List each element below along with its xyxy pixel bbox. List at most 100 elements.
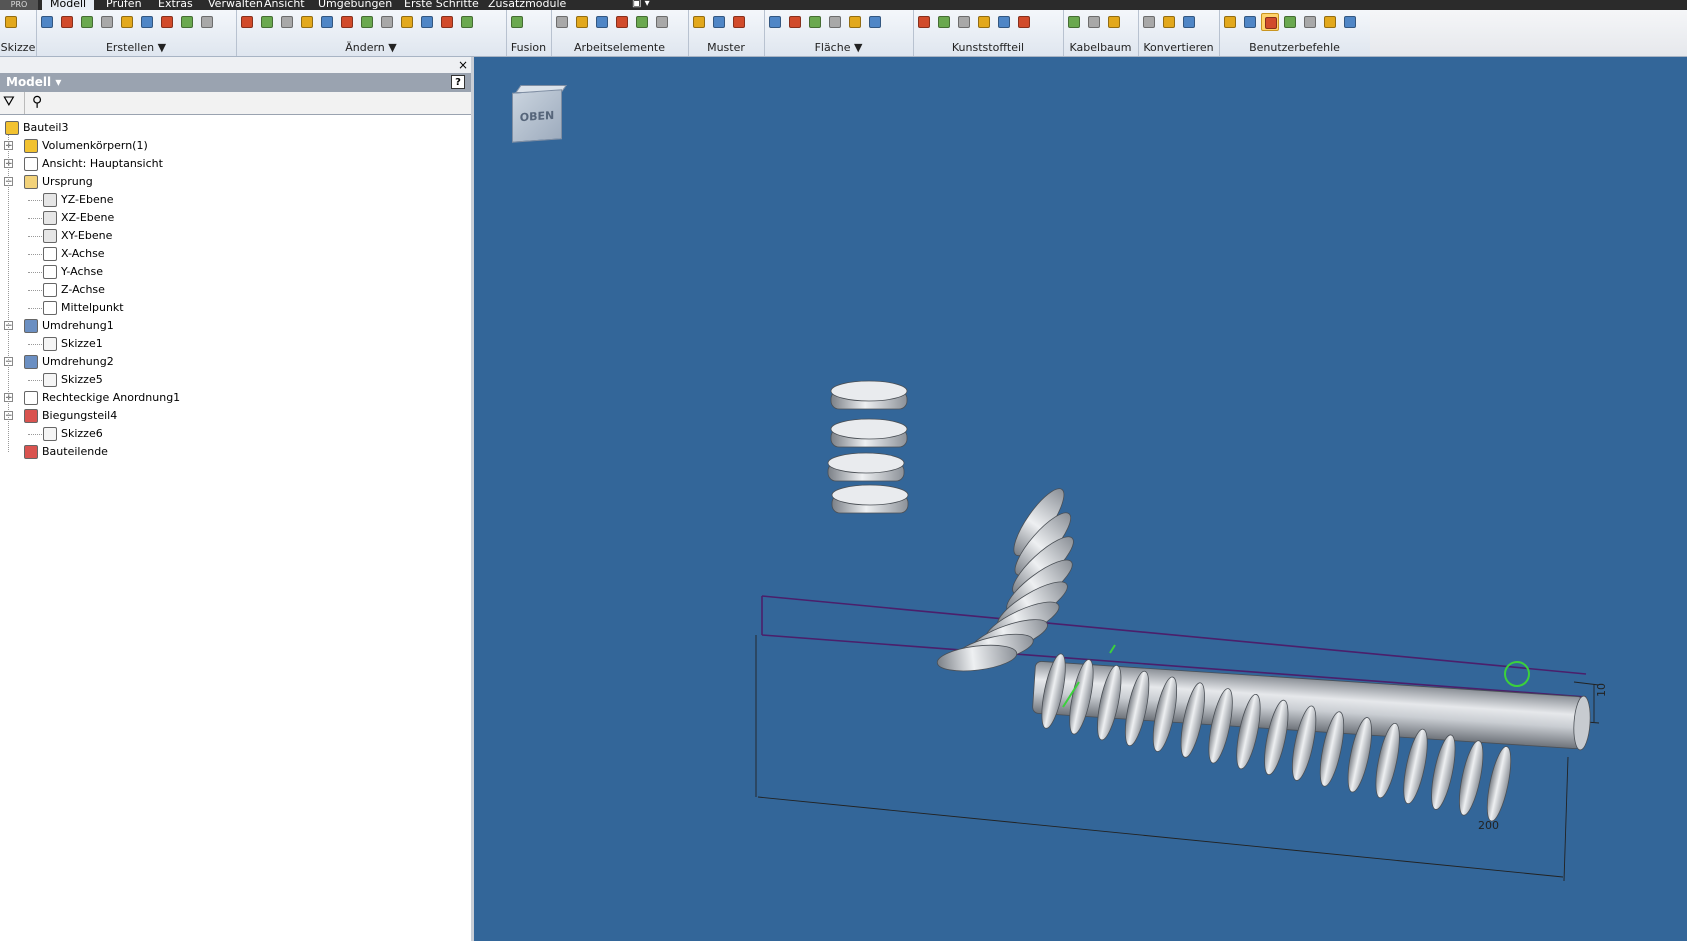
ribbon-tool-icon[interactable] — [78, 13, 96, 31]
ribbon-group-label[interactable]: Muster — [688, 41, 764, 54]
tree-node[interactable]: + Volumenkörpern(1) — [0, 137, 471, 155]
help-icon[interactable]: ? — [451, 75, 465, 89]
ribbon-tool-icon[interactable] — [138, 13, 156, 31]
ribbon-tool-icon[interactable] — [418, 13, 436, 31]
tree-node[interactable]: Skizze1 — [0, 335, 471, 353]
tree-node-label[interactable]: XZ-Ebene — [61, 209, 114, 227]
tree-node[interactable]: − Biegungsteil4 — [0, 407, 471, 425]
ribbon-tool-icon[interactable] — [358, 13, 376, 31]
tree-node-label[interactable]: Umdrehung1 — [42, 317, 114, 335]
menu-extras[interactable]: Extras — [150, 0, 201, 10]
menu-prüfen[interactable]: Prüfen — [98, 0, 150, 10]
ribbon-tool-icon[interactable] — [730, 13, 748, 31]
ribbon-group-label[interactable]: Benutzerbefehle — [1219, 41, 1370, 54]
tree-node[interactable]: + Ansicht: Hauptansicht — [0, 155, 471, 173]
screw-body[interactable] — [827, 380, 1592, 823]
head-ring-top[interactable] — [830, 418, 908, 440]
tree-node-label[interactable]: XY-Ebene — [61, 227, 112, 245]
tree-node-label[interactable]: Volumenkörpern(1) — [42, 137, 148, 155]
ribbon-tool-icon[interactable] — [118, 13, 136, 31]
ribbon-tool-icon[interactable] — [915, 13, 933, 31]
quick-access-icon[interactable]: ▣ ▾ — [632, 0, 650, 9]
tree-node[interactable]: X-Achse — [0, 245, 471, 263]
tree-node-label[interactable]: Mittelpunkt — [61, 299, 124, 317]
tree-node[interactable]: − Ursprung — [0, 173, 471, 191]
graphics-viewport[interactable]: OBEN 200 10 — [474, 57, 1687, 941]
ribbon-tool-icon[interactable] — [38, 13, 56, 31]
tree-node[interactable]: XZ-Ebene — [0, 209, 471, 227]
ribbon-tool-icon[interactable] — [1341, 13, 1359, 31]
thread-ridge[interactable] — [1427, 733, 1460, 811]
ribbon-tool-icon[interactable] — [1301, 13, 1319, 31]
ribbon-tool-icon[interactable] — [178, 13, 196, 31]
ribbon-tool-icon[interactable] — [690, 13, 708, 31]
tree-node[interactable]: Z-Achse — [0, 281, 471, 299]
ribbon-tool-icon[interactable] — [318, 13, 336, 31]
menu-zusatzmodule[interactable]: Zusatzmodule — [480, 0, 574, 10]
ribbon-tool-icon[interactable] — [198, 13, 216, 31]
ribbon-tool-icon[interactable] — [653, 13, 671, 31]
filter-icon[interactable]: ⛛ — [3, 94, 15, 110]
ribbon-tool-icon[interactable] — [258, 13, 276, 31]
tree-node-label[interactable]: YZ-Ebene — [61, 191, 113, 209]
ribbon-tool-icon[interactable] — [238, 13, 256, 31]
tree-node[interactable]: Mittelpunkt — [0, 299, 471, 317]
ribbon-tool-icon[interactable] — [1241, 13, 1259, 31]
ribbon-group-label[interactable]: Fusion — [506, 41, 551, 54]
ribbon-tool-icon[interactable] — [1321, 13, 1339, 31]
ribbon-tool-icon[interactable] — [806, 13, 824, 31]
tree-node-label[interactable]: Umdrehung2 — [42, 353, 114, 371]
ribbon-tool-icon[interactable] — [98, 13, 116, 31]
tree-node-label[interactable]: Z-Achse — [61, 281, 105, 299]
tree-node[interactable]: Y-Achse — [0, 263, 471, 281]
ribbon-tool-icon[interactable] — [2, 13, 20, 31]
menu-ansicht[interactable]: Ansicht — [256, 0, 313, 10]
head-ring-top[interactable] — [831, 484, 909, 506]
dimension-length-label[interactable]: 200 — [1478, 819, 1499, 832]
ribbon-tool-icon[interactable] — [766, 13, 784, 31]
tree-node[interactable]: + Rechteckige Anordnung1 — [0, 389, 471, 407]
dimension-diameter-label[interactable]: 10 — [1595, 683, 1608, 697]
tree-node[interactable]: Skizze5 — [0, 371, 471, 389]
ribbon-group-label[interactable]: Ändern ▼ — [236, 41, 506, 54]
model-scene[interactable] — [474, 57, 1687, 941]
ribbon-tool-icon[interactable] — [458, 13, 476, 31]
ribbon-tool-icon[interactable] — [1065, 13, 1083, 31]
tree-node[interactable]: Bauteilende — [0, 443, 471, 461]
tree-node-label[interactable]: X-Achse — [61, 245, 105, 263]
tree-node-label[interactable]: Bauteilende — [42, 443, 108, 461]
tree-node-label[interactable]: Bauteil3 — [23, 119, 68, 137]
menu-erste-schritte[interactable]: Erste Schritte — [396, 0, 487, 10]
ribbon-tool-icon[interactable] — [508, 13, 526, 31]
ribbon-tool-icon[interactable] — [935, 13, 953, 31]
browser-header[interactable]: Modell ▾ ? — [0, 73, 471, 92]
ribbon-tool-icon[interactable] — [866, 13, 884, 31]
ribbon-tool-icon[interactable] — [1105, 13, 1123, 31]
ribbon-tool-icon[interactable] — [338, 13, 356, 31]
tree-node[interactable]: − Umdrehung2 — [0, 353, 471, 371]
binoculars-icon[interactable]: ⚲ — [32, 94, 42, 110]
ribbon-tool-icon[interactable] — [955, 13, 973, 31]
ribbon-tool-icon[interactable] — [1160, 13, 1178, 31]
menu-umgebungen[interactable]: Umgebungen — [310, 0, 400, 10]
tree-node[interactable]: XY-Ebene — [0, 227, 471, 245]
tree-node[interactable]: Skizze6 — [0, 425, 471, 443]
ribbon-tool-icon[interactable] — [995, 13, 1013, 31]
thread-ridge[interactable] — [1482, 745, 1515, 823]
tree-node-label[interactable]: Skizze5 — [61, 371, 103, 389]
tree-node[interactable]: YZ-Ebene — [0, 191, 471, 209]
menu-modell[interactable]: Modell — [42, 0, 95, 10]
ribbon-group-label[interactable]: Kunststoffteil — [913, 41, 1063, 54]
ribbon-tool-icon[interactable] — [378, 13, 396, 31]
ribbon-group-label[interactable]: Fläche ▼ — [764, 41, 913, 54]
ribbon-tool-icon[interactable] — [710, 13, 728, 31]
head-ring-top[interactable] — [830, 380, 908, 402]
ribbon-tool-icon[interactable] — [158, 13, 176, 31]
browser-title[interactable]: Modell ▾ — [6, 73, 61, 92]
ribbon-tool-icon[interactable] — [298, 13, 316, 31]
tree-node-label[interactable]: Ansicht: Hauptansicht — [42, 155, 163, 173]
close-panel-icon[interactable]: × — [458, 57, 468, 73]
ribbon-tool-icon[interactable] — [786, 13, 804, 31]
tree-node-label[interactable]: Rechteckige Anordnung1 — [42, 389, 180, 407]
ribbon-tool-icon[interactable] — [438, 13, 456, 31]
